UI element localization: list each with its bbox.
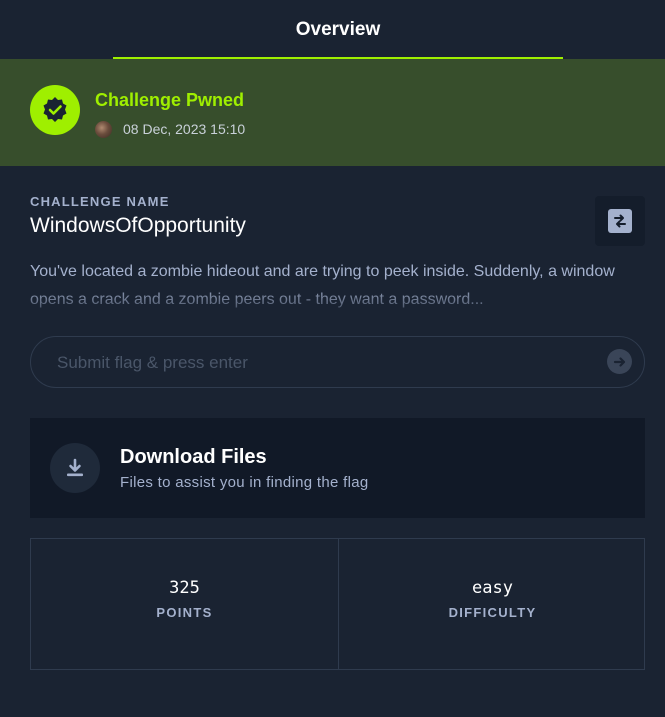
verified-check-icon [30,85,80,135]
difficulty-label: DIFFICULTY [448,605,537,620]
pwned-date: 08 Dec, 2023 15:10 [123,121,246,137]
challenge-overview-panel: Overview Challenge Pwned 08 Dec, 2023 15… [0,0,665,717]
flag-input-container [30,336,645,389]
flag-input[interactable] [55,337,599,389]
tab-bar: Overview [0,0,665,59]
difficulty-stat: easy DIFFICULTY [339,539,646,669]
submit-arrow-icon[interactable] [607,349,632,374]
pwned-status-title: Challenge Pwned [95,90,245,110]
challenge-name-label: CHALLENGE NAME [30,194,170,209]
points-value: 325 [169,578,200,598]
challenge-name: WindowsOfOpportunity [30,214,246,237]
challenge-stats: 325 POINTS easy DIFFICULTY [30,538,645,670]
download-files-title: Download Files [120,446,267,468]
swap-button[interactable] [595,196,645,246]
download-files-button[interactable]: Download Files Files to assist you in fi… [30,418,645,518]
tab-overview[interactable]: Overview [113,0,563,59]
swap-icon [608,209,632,233]
avatar [95,121,112,138]
points-label: POINTS [156,605,213,620]
pwned-banner: Challenge Pwned 08 Dec, 2023 15:10 [0,59,665,166]
download-icon [50,443,100,493]
download-files-subtitle: Files to assist you in finding the flag [120,474,369,491]
challenge-description: You've located a zombie hideout and are … [30,263,615,308]
points-stat: 325 POINTS [31,539,338,669]
difficulty-value: easy [472,578,513,598]
